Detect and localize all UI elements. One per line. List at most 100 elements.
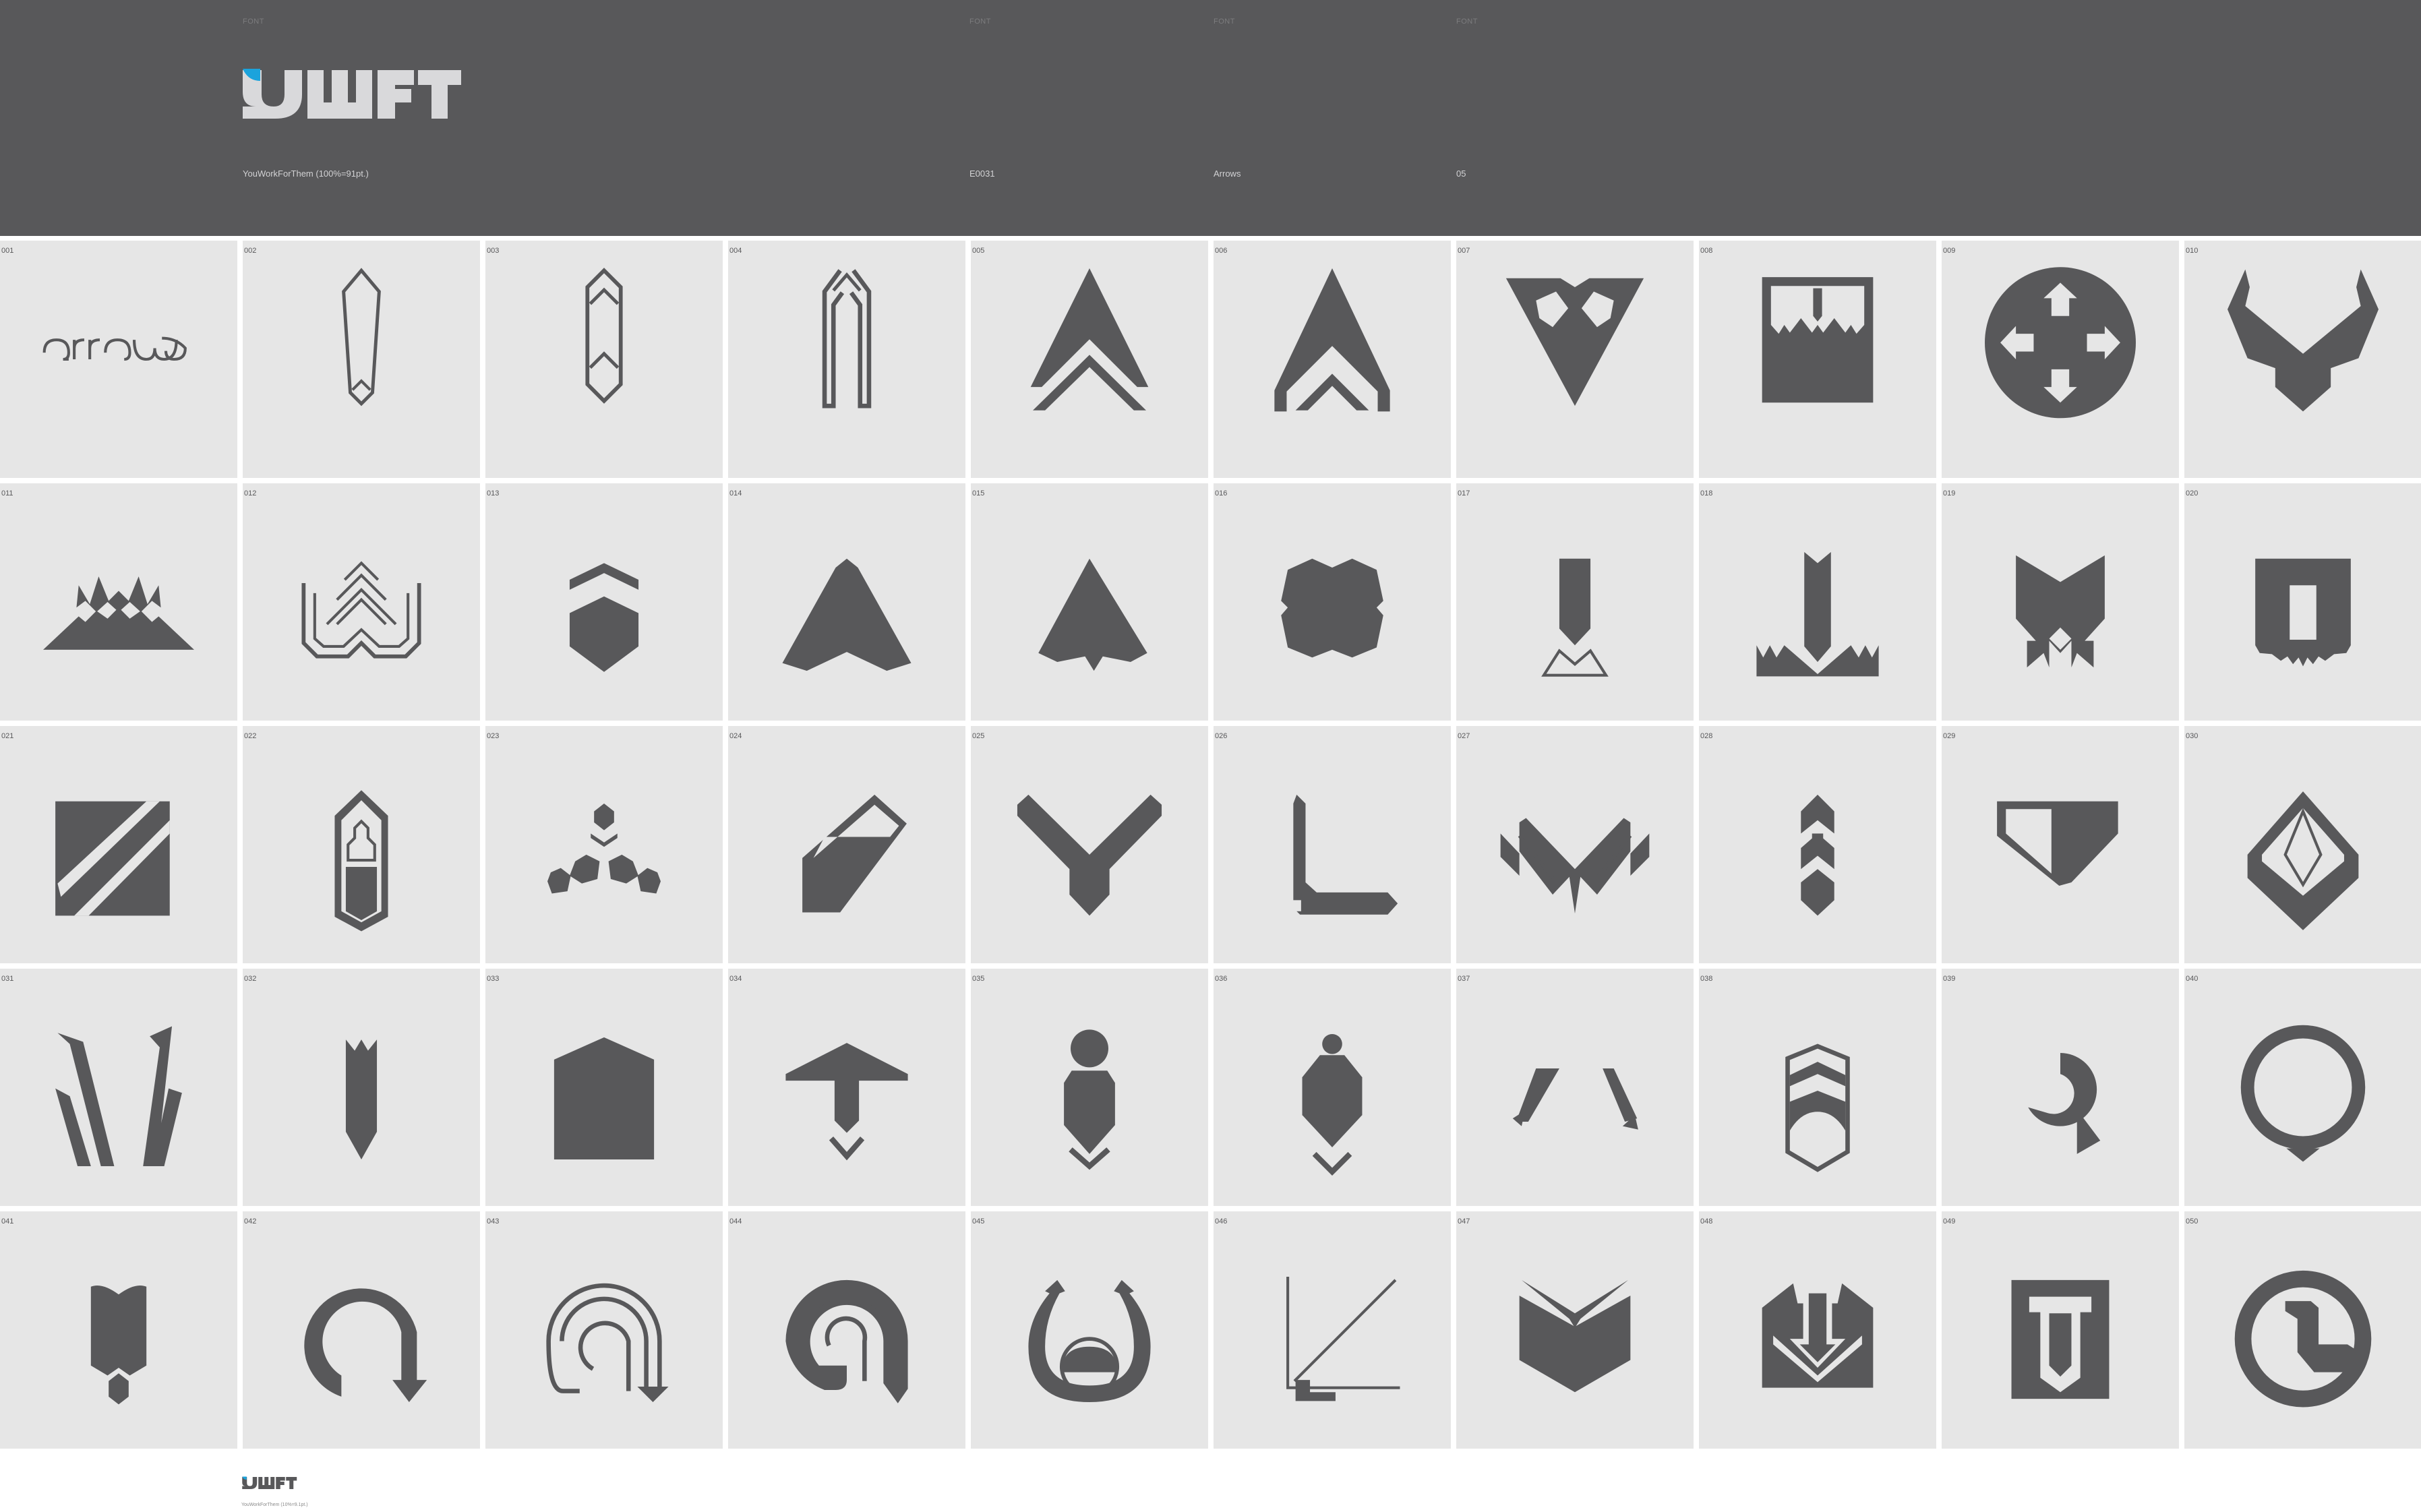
glyph-cell: 040 (2184, 969, 2421, 1206)
glyph-cell: 038 (1699, 969, 1936, 1206)
glyph-number: 025 (972, 732, 985, 740)
gothic-arch-arrow-icon (822, 269, 872, 409)
glyph-cell: 037 (1456, 969, 1694, 1206)
glyph-number: 009 (1943, 247, 1956, 255)
glyph-cell: 008 (1699, 241, 1936, 478)
outline-chevrons-arrow-icon (301, 561, 421, 659)
glyph-cell: 035 (971, 969, 1208, 1206)
glyph-number: 033 (487, 975, 500, 983)
glyph-number: 034 (729, 975, 742, 983)
lantern-arrow-icon (334, 790, 388, 932)
glyph-number: 021 (1, 732, 14, 740)
totem-arrow-icon (1801, 794, 1834, 916)
diagonal-block-arrow-icon (802, 794, 907, 913)
circle-cross-arrows-icon (1985, 267, 2136, 419)
glyph-number: 008 (1700, 247, 1713, 255)
glyph-cell: 015 (971, 483, 1208, 721)
glyph-cell: 018 (1699, 483, 1936, 721)
header-panel: FONT FONT FONT FONT YouWorkForThem (100%… (0, 0, 2421, 236)
glyph-cell: 004 (728, 241, 965, 478)
l-arrow-icon (1292, 794, 1398, 915)
glyph-number: 029 (1943, 732, 1956, 740)
glyph-cell: 020 (2184, 483, 2421, 721)
glyph-number: 030 (2186, 732, 2199, 740)
caret-pair-arrow-icon (1512, 1068, 1638, 1130)
glyph-number: 001 (1, 247, 14, 255)
glyph-cell: 027 (1456, 726, 1694, 963)
down-arrow-crown-icon (1541, 558, 1609, 677)
glyph-number: 044 (729, 1217, 742, 1226)
refresh-arrow-icon (2028, 1052, 2101, 1154)
glyph-cell: 019 (1942, 483, 2179, 721)
glyph-cell: 016 (1214, 483, 1451, 721)
glyph-number: 047 (1458, 1217, 1470, 1226)
glyph-number: 043 (487, 1217, 500, 1226)
glyph-number: 015 (972, 489, 985, 497)
glyph-cell: 012 (243, 483, 480, 721)
glyph-cell: 045 (971, 1211, 1208, 1449)
tulip-arrow-icon (90, 1286, 147, 1405)
glyph-number: 036 (1215, 975, 1228, 983)
glyph-number: 003 (487, 247, 500, 255)
glyph-cell: 021 (0, 726, 237, 963)
glyph-number: 048 (1700, 1217, 1713, 1226)
glyph-cell: 033 (485, 969, 723, 1206)
outline-u-turn-arrow-icon (546, 1283, 669, 1403)
glyph-number: 024 (729, 732, 742, 740)
glyph-cell: 048 (1699, 1211, 1936, 1449)
glyph-cell: 011 (0, 483, 237, 721)
kite-arrow-icon (782, 558, 911, 671)
footer-caption: YouWorkForThem (10%=9.1pt.) (241, 1503, 308, 1507)
glyph-number: 022 (244, 732, 257, 740)
glyph-cell: 050 (2184, 1211, 2421, 1449)
glyph-number: 041 (1, 1217, 14, 1226)
glyph-number: 045 (972, 1217, 985, 1226)
glyph-cell: 032 (243, 969, 480, 1206)
glyph-cell: 039 (1942, 969, 2179, 1206)
foundry-caption: YouWorkForThem (100%=91pt.) (243, 169, 369, 179)
hex-cluster-arrow-icon (547, 804, 661, 894)
header-font-label: FONT (1214, 18, 1235, 26)
spiral-u-turn-arrow-icon (785, 1279, 908, 1403)
glyph-grid: 001 002 003 004 005 006 007 008 009 010 011 012 013 0… (0, 241, 2421, 1449)
mountain-arrow-icon (43, 576, 194, 650)
glyph-number: 032 (244, 975, 257, 983)
glyph-cell: 010 (2184, 241, 2421, 478)
ywft-small-logo (242, 1476, 297, 1489)
glyph-cell: 031 (0, 969, 237, 1206)
glyph-cell: 046 (1214, 1211, 1451, 1449)
glyph-cell: 041 (0, 1211, 237, 1449)
glyph-cell: 024 (728, 726, 965, 963)
ring-down-arrow-icon (2240, 1025, 2366, 1162)
pawn-arrow-icon (1302, 1033, 1363, 1176)
glyph-cell: 044 (728, 1211, 965, 1449)
glyph-number: 018 (1700, 489, 1713, 497)
diagonal-corner-arrow-icon (1286, 1276, 1400, 1401)
glyph-cell: 042 (243, 1211, 480, 1449)
glyph-number: 039 (1943, 975, 1956, 983)
glyph-cell: 002 (243, 241, 480, 478)
header-font-label: FONT (1456, 18, 1478, 26)
glyph-cell: 014 (728, 483, 965, 721)
glyph-cell: 013 (485, 483, 723, 721)
glyph-number: 038 (1700, 975, 1713, 983)
glyph-number: 035 (972, 975, 985, 983)
glyph-cell: 006 (1214, 241, 1451, 478)
glyph-number: 042 (244, 1217, 257, 1226)
shield-chevron-arrow-icon (569, 563, 639, 672)
no-entry-arrow-icon (2234, 1270, 2372, 1408)
cross-blob-arrow-icon (1281, 558, 1383, 658)
helmet-arrow-icon (1785, 1044, 1850, 1172)
font-code: E0031 (969, 169, 995, 179)
glyph-cell: 047 (1456, 1211, 1694, 1449)
pillar-arrow-icon (345, 1039, 378, 1160)
glyph-number: 020 (2186, 489, 2199, 497)
glyph-cell: 034 (728, 969, 965, 1206)
volume-label: 05 (1456, 169, 1466, 179)
glyph-number: 049 (1943, 1217, 1956, 1226)
glyph-number: 006 (1215, 247, 1228, 255)
glyph-number: 011 (1, 489, 13, 497)
glyph-number: 026 (1215, 732, 1228, 740)
glyph-cell: 007 (1456, 241, 1694, 478)
winged-v-arrow-icon (1500, 818, 1650, 914)
